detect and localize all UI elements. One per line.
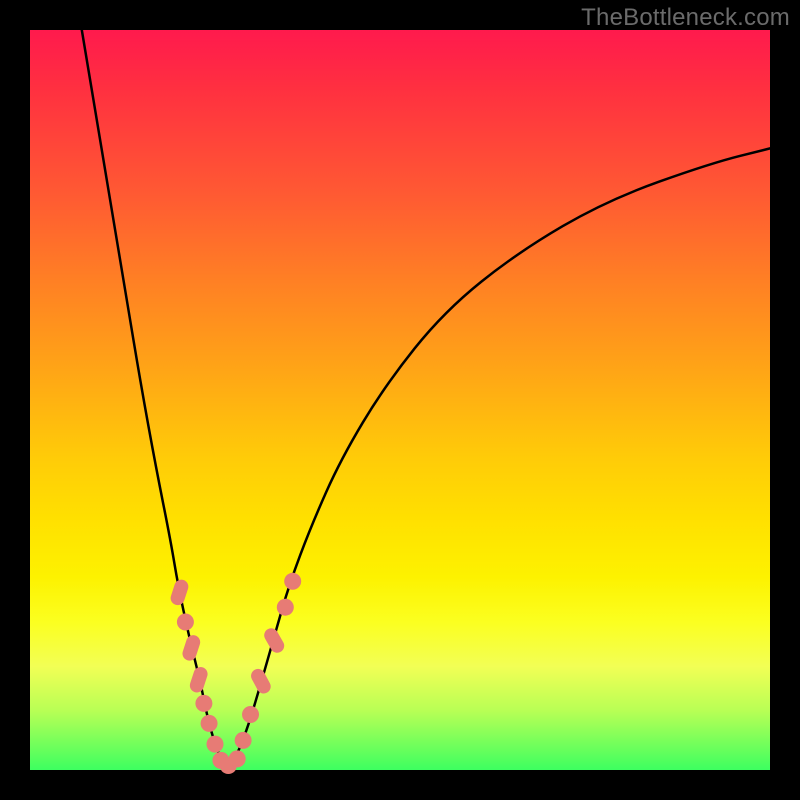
curve-right-branch xyxy=(226,148,770,766)
data-marker xyxy=(195,695,212,712)
data-marker xyxy=(181,633,202,662)
data-marker xyxy=(262,626,287,656)
data-marker xyxy=(242,706,259,723)
data-marker xyxy=(235,732,252,749)
data-marker xyxy=(201,715,218,732)
plot-area xyxy=(30,30,770,770)
chart-frame: TheBottleneck.com xyxy=(0,0,800,800)
data-marker xyxy=(169,578,190,607)
curve-left-branch xyxy=(82,30,226,766)
data-marker xyxy=(284,573,301,590)
chart-svg xyxy=(30,30,770,770)
marker-group xyxy=(169,573,301,774)
watermark-text: TheBottleneck.com xyxy=(581,4,790,32)
data-marker xyxy=(177,614,194,631)
data-marker xyxy=(188,665,209,694)
data-marker xyxy=(207,736,224,753)
data-marker xyxy=(277,599,294,616)
data-marker xyxy=(249,666,274,696)
data-marker xyxy=(229,750,246,767)
